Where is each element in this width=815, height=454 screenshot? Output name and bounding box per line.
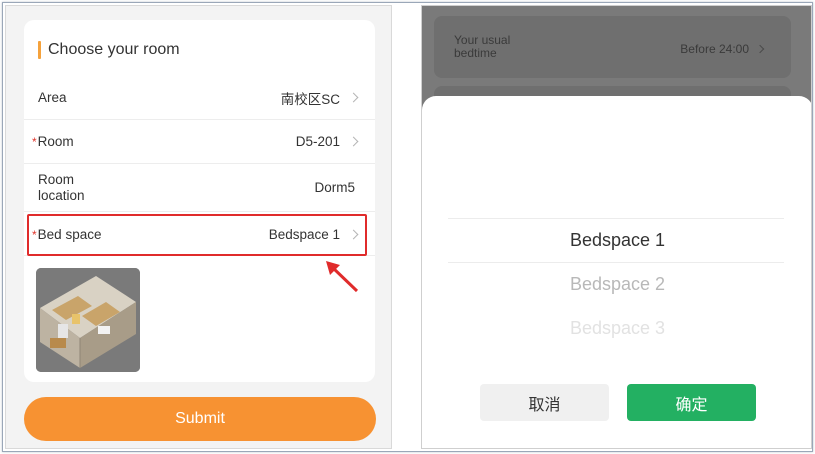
- chevron-right-icon: [348, 92, 359, 103]
- bed-space-highlight-box: [27, 214, 367, 256]
- confirm-button[interactable]: 确定: [627, 384, 756, 421]
- room-location-label: Room location: [38, 171, 85, 203]
- room-location-value: Dorm5: [314, 180, 355, 195]
- picker-divider-bottom: [448, 262, 784, 263]
- picker-option[interactable]: Bedspace 3: [422, 318, 811, 339]
- room-card: Choose your room Area 南校区SC *Room D5-201…: [24, 20, 375, 382]
- bedtime-row: Your usual bedtime Before 24:00: [434, 16, 791, 78]
- picker-option-selected[interactable]: Bedspace 1: [422, 230, 811, 251]
- bedtime-value: Before 24:00: [680, 42, 749, 56]
- room-row[interactable]: *Room D5-201: [24, 120, 375, 164]
- chevron-right-icon: [755, 44, 765, 54]
- area-value: 南校区SC: [280, 91, 340, 107]
- room-selection-screen: Choose your room Area 南校区SC *Room D5-201…: [5, 5, 392, 449]
- card-title: Choose your room: [48, 41, 180, 58]
- picker-option[interactable]: Bedspace 2: [422, 274, 811, 295]
- room-location-row: Room location Dorm5: [24, 164, 375, 212]
- room-label-group: *Room: [32, 134, 74, 150]
- area-value-group: 南校区SC: [281, 88, 361, 108]
- area-label: Area: [38, 89, 67, 105]
- picker-sheet: Bedspace 1 Bedspace 2 Bedspace 3 取消 确定: [422, 96, 811, 448]
- required-mark: *: [32, 134, 37, 149]
- room-value: D5-201: [295, 134, 340, 149]
- submit-button[interactable]: Submit: [24, 397, 376, 441]
- room-layout-image[interactable]: [36, 268, 140, 372]
- bed-space-picker-screen: Your usual bedtime Before 24:00 Bedspace…: [421, 5, 812, 449]
- area-row[interactable]: Area 南校区SC: [24, 76, 375, 120]
- picker-divider-top: [448, 218, 784, 219]
- bedtime-value-group: Before 24:00: [680, 42, 767, 56]
- title-accent-bar: [38, 41, 41, 59]
- bedtime-label: Your usual bedtime: [454, 33, 511, 60]
- chevron-right-icon: [348, 136, 359, 147]
- cancel-button[interactable]: 取消: [480, 384, 609, 421]
- card-header: Choose your room: [38, 38, 180, 62]
- room-label: Room: [37, 133, 74, 149]
- room-value-group: D5-201: [296, 134, 361, 149]
- red-arrow-annotation: [326, 261, 359, 293]
